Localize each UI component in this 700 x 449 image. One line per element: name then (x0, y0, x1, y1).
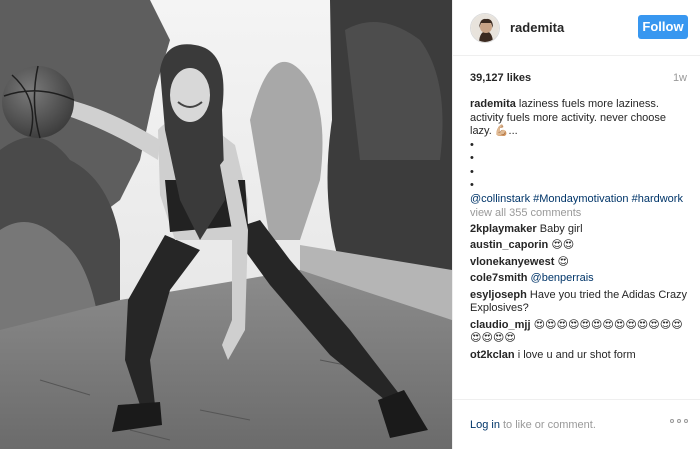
login-link[interactable]: Log in (470, 419, 500, 431)
post-footer: Log in to like or comment. (453, 399, 700, 449)
post-age[interactable]: 1w (673, 72, 687, 84)
avatar[interactable] (470, 12, 500, 43)
dot (677, 419, 681, 423)
post-sidebar: rademita Follow 39,127 likes 1w rademita… (452, 0, 700, 449)
view-all-comments-link[interactable]: view all 355 comments (470, 207, 690, 221)
likes-row: 39,127 likes 1w (470, 72, 687, 86)
post-photo-image (0, 0, 452, 449)
comment-username[interactable]: austin_caporin (470, 239, 548, 251)
caption: rademita laziness fuels more laziness. a… (470, 98, 690, 139)
comment-text: Baby girl (539, 222, 583, 235)
caption-bullet: • (470, 138, 474, 151)
caption-bullet: • (470, 165, 474, 178)
more-options-icon[interactable] (670, 419, 688, 423)
caption-bullet: • (470, 179, 474, 191)
comment-text: 😍😍 (551, 239, 575, 251)
comment-username[interactable]: 2kplaymaker (470, 223, 537, 235)
avatar-image (471, 13, 499, 42)
comment: austin_caporin 😍😍 (470, 239, 690, 253)
comment: claudio_mjj 😍😍😍😍😍😍😍😍😍😍😍😍😍😍😍😍😍 (470, 319, 690, 346)
caption-hashtag[interactable]: #Mondaymotivation (533, 193, 628, 205)
author-username[interactable]: rademita (510, 20, 564, 35)
footer-text: to like or comment. (502, 418, 596, 431)
caption-hashtag[interactable]: #hardwork (632, 193, 683, 205)
caption-tags: @collinstark #Mondaymotivation #hardwork (470, 193, 690, 207)
comment-text: 😍 (557, 255, 569, 268)
comment-username[interactable]: claudio_mjj (470, 319, 531, 331)
comment: esyljoseph Have you tried the Adidas Cra… (470, 289, 690, 316)
likes-count[interactable]: 39,127 likes (470, 72, 531, 84)
comments-list: rademita laziness fuels more laziness. a… (470, 98, 690, 398)
comment-mention[interactable]: @benperrais (531, 272, 594, 284)
post-header: rademita Follow (453, 0, 700, 56)
comment-username[interactable]: cole7smith (470, 272, 527, 284)
dot (670, 419, 674, 423)
comment: ot2kclan i love u and ur shot form (470, 349, 690, 363)
comment: 2kplaymaker Baby girl (470, 223, 690, 237)
comment: cole7smith @benperrais (470, 272, 690, 286)
dot (684, 419, 688, 423)
instagram-post: rademita Follow 39,127 likes 1w rademita… (0, 0, 700, 449)
comment-username[interactable]: vlonekanyewest (470, 256, 554, 268)
caption-username[interactable]: rademita (470, 98, 516, 110)
post-photo[interactable] (0, 0, 452, 449)
caption-mention[interactable]: @collinstark (470, 193, 530, 205)
comment-text: i love u and ur shot form (517, 348, 636, 361)
comment-username[interactable]: esyljoseph (470, 289, 527, 301)
comment: vlonekanyewest 😍 (470, 256, 690, 270)
follow-button[interactable]: Follow (638, 15, 688, 39)
caption-bullet: • (470, 152, 474, 164)
comment-username[interactable]: ot2kclan (470, 349, 515, 361)
